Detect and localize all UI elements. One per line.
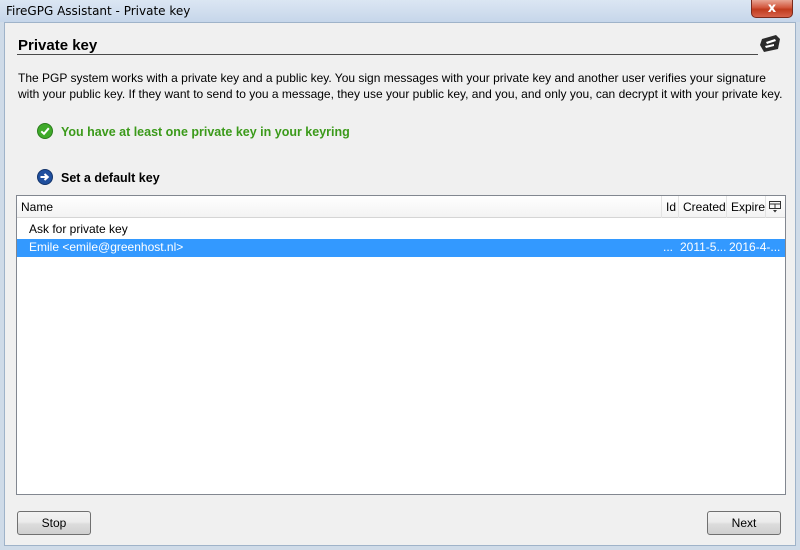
key-id: ...: [663, 240, 674, 254]
key-created: 2011-5...: [680, 240, 727, 254]
column-expire[interactable]: Expire: [727, 196, 766, 218]
key-name: Ask for private key: [29, 222, 128, 236]
table-row[interactable]: Ask for private key: [17, 221, 785, 239]
stop-button[interactable]: Stop: [17, 511, 91, 535]
key-list-header: Name Id Created Expire: [17, 196, 785, 218]
column-name[interactable]: Name: [17, 196, 662, 218]
column-created[interactable]: Created: [679, 196, 727, 218]
column-id[interactable]: Id: [662, 196, 679, 218]
window-title: FireGPG Assistant - Private key: [6, 4, 191, 18]
step-text: Set a default key: [61, 171, 160, 185]
key-expire: 2016-4-...: [729, 240, 781, 254]
heading-divider: [17, 54, 758, 55]
key-name: Emile <emile@greenhost.nl>: [29, 240, 184, 254]
arrow-right-icon: [37, 169, 53, 185]
assistant-window: Private key The PGP system works with a …: [4, 22, 796, 546]
check-icon: [37, 123, 53, 139]
key-list[interactable]: Name Id Created Expire Ask for private k…: [16, 195, 786, 495]
status-text: You have at least one private key in you…: [61, 125, 350, 139]
title-bar: FireGPG Assistant - Private key x: [0, 0, 800, 22]
column-picker-button[interactable]: [766, 196, 785, 218]
page-title: Private key: [18, 37, 98, 54]
close-button[interactable]: x: [751, 0, 793, 18]
next-button[interactable]: Next: [707, 511, 781, 535]
firegpg-logo-icon: [760, 35, 780, 52]
column-picker-icon: [769, 201, 781, 213]
table-row-selected[interactable]: Emile <emile@greenhost.nl> ... 2011-5...…: [17, 239, 785, 257]
intro-text: The PGP system works with a private key …: [18, 71, 783, 101]
